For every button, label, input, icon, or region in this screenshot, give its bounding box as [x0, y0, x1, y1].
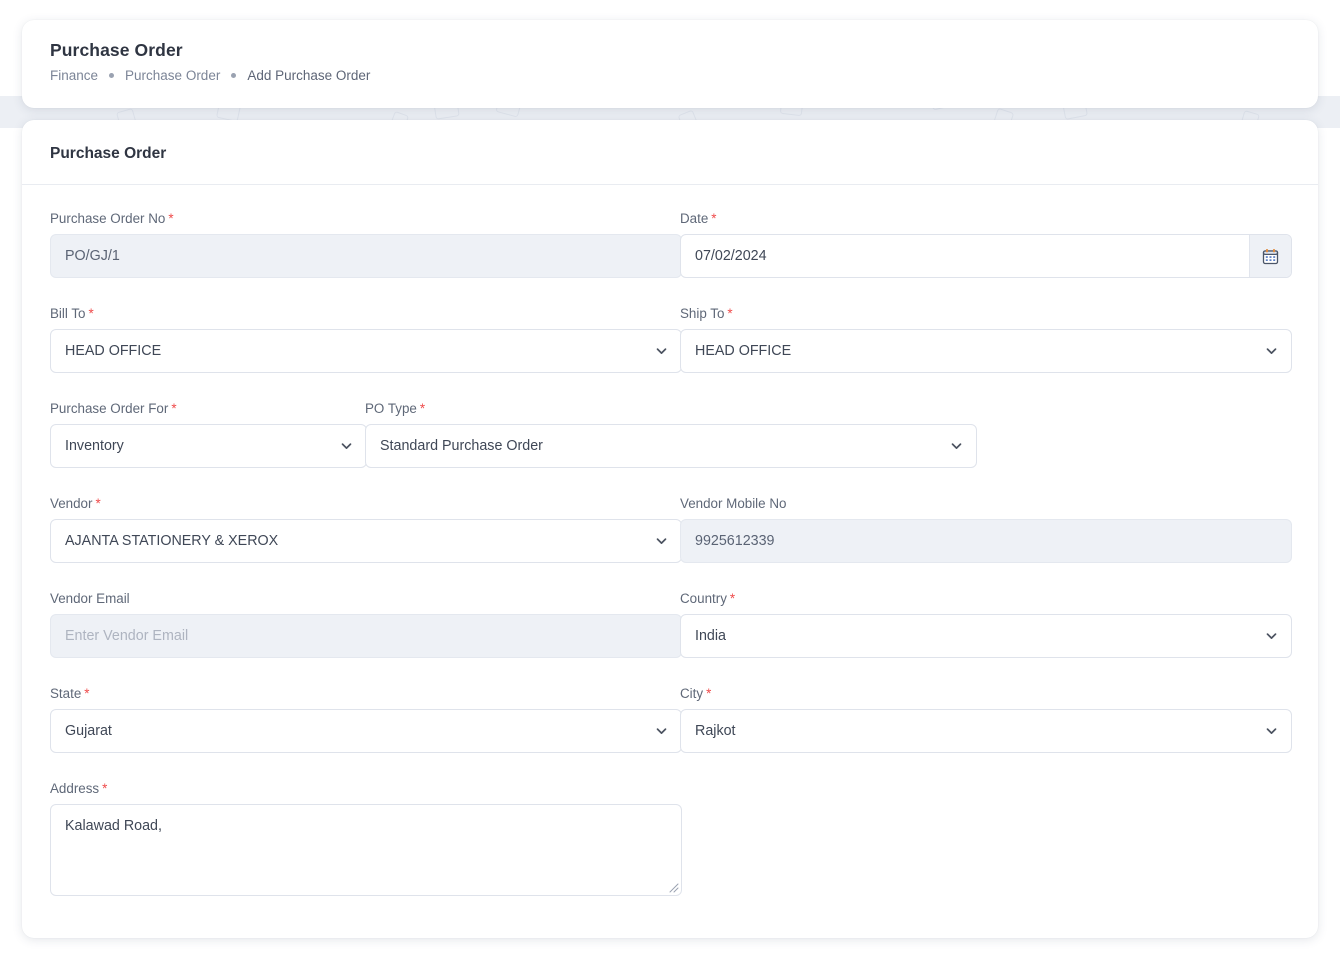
purchase-order-no-input[interactable]: PO/GJ/1 — [50, 234, 682, 278]
purchase-order-for-value: Inventory — [65, 437, 124, 454]
field-purchase-order-no: Purchase Order No * PO/GJ/1 — [50, 211, 682, 278]
field-address: Address * Kalawad Road, — [50, 781, 682, 896]
label-purchase-order-no: Purchase Order No * — [50, 211, 174, 226]
chevron-down-icon[interactable] — [655, 345, 668, 358]
required-asterisk: * — [95, 496, 101, 511]
city-value: Rajkot — [695, 722, 736, 739]
label-vendor-mobile-no: Vendor Mobile No — [680, 496, 787, 511]
required-asterisk: * — [88, 306, 94, 321]
label-city: City * — [680, 686, 712, 701]
vendor-value: AJANTA STATIONERY & XEROX — [65, 532, 279, 549]
ship-to-select[interactable]: HEAD OFFICE — [680, 329, 1292, 373]
bill-to-select[interactable]: HEAD OFFICE — [50, 329, 682, 373]
breadcrumb: Finance Purchase Order Add Purchase Orde… — [50, 68, 370, 83]
calendar-icon[interactable] — [1249, 235, 1291, 277]
field-vendor-mobile-no: Vendor Mobile No 9925612339 — [680, 496, 1292, 563]
label-state: State * — [50, 686, 90, 701]
field-vendor-email: Vendor Email Enter Vendor Email — [50, 591, 682, 658]
field-purchase-order-for: Purchase Order For * Inventory — [50, 401, 367, 468]
label-bill-to: Bill To * — [50, 306, 94, 321]
date-value: 07/02/2024 — [695, 247, 767, 264]
address-value: Kalawad Road, — [65, 818, 162, 834]
country-select[interactable]: India — [680, 614, 1292, 658]
po-type-value: Standard Purchase Order — [380, 437, 543, 454]
field-state: State * Gujarat — [50, 686, 682, 753]
chevron-down-icon[interactable] — [655, 725, 668, 738]
vendor-email-input[interactable]: Enter Vendor Email — [50, 614, 682, 658]
label-vendor: Vendor * — [50, 496, 101, 511]
label-country: Country * — [680, 591, 736, 606]
breadcrumb-item-finance[interactable]: Finance — [50, 68, 98, 83]
required-asterisk: * — [102, 781, 108, 796]
vendor-email-placeholder: Enter Vendor Email — [65, 627, 189, 644]
label-date: Date * — [680, 211, 717, 226]
field-date: Date * 07/02/2024 — [680, 211, 1292, 278]
field-city: City * Rajkot — [680, 686, 1292, 753]
state-select[interactable]: Gujarat — [50, 709, 682, 753]
vendor-mobile-no-value: 9925612339 — [695, 532, 775, 549]
city-select[interactable]: Rajkot — [680, 709, 1292, 753]
label-vendor-email: Vendor Email — [50, 591, 130, 606]
breadcrumb-item-add-purchase-order: Add Purchase Order — [247, 68, 371, 83]
chevron-down-icon[interactable] — [1265, 725, 1278, 738]
chevron-down-icon[interactable] — [340, 440, 353, 453]
required-asterisk: * — [84, 686, 90, 701]
page-title: Purchase Order — [50, 40, 183, 60]
ship-to-value: HEAD OFFICE — [695, 342, 792, 359]
field-bill-to: Bill To * HEAD OFFICE — [50, 306, 682, 373]
breadcrumb-item-purchase-order[interactable]: Purchase Order — [125, 68, 220, 83]
purchase-order-for-select[interactable]: Inventory — [50, 424, 367, 468]
required-asterisk: * — [419, 401, 426, 416]
breadcrumb-separator-dot — [109, 73, 115, 78]
label-ship-to: Ship To * — [680, 306, 733, 321]
required-asterisk: * — [706, 686, 712, 701]
label-po-type: PO Type * — [365, 401, 426, 416]
label-address: Address * — [50, 781, 108, 796]
address-textarea[interactable]: Kalawad Road, — [50, 804, 682, 896]
form-card-header: Purchase Order — [22, 120, 1318, 185]
required-asterisk: * — [729, 591, 736, 606]
purchase-order-form-card: Purchase Order Purchase Order No * PO/GJ/… — [22, 120, 1318, 938]
required-asterisk: * — [171, 401, 177, 416]
vendor-mobile-no-input[interactable]: 9925612339 — [680, 519, 1292, 563]
po-type-select[interactable]: Standard Purchase Order — [365, 424, 977, 468]
form-card-title: Purchase Order — [50, 145, 167, 162]
chevron-down-icon[interactable] — [655, 535, 668, 548]
vendor-select[interactable]: AJANTA STATIONERY & XEROX — [50, 519, 682, 563]
chevron-down-icon[interactable] — [950, 440, 963, 453]
label-purchase-order-for: Purchase Order For * — [50, 401, 177, 416]
required-asterisk: * — [168, 211, 174, 226]
breadcrumb-separator-dot — [231, 73, 237, 78]
purchase-order-no-value: PO/GJ/1 — [65, 247, 120, 264]
state-value: Gujarat — [65, 722, 112, 739]
purchase-order-page: Purchase Order Finance Purchase Order Ad… — [0, 0, 1340, 960]
date-input[interactable]: 07/02/2024 — [680, 234, 1292, 278]
field-po-type: PO Type * Standard Purchase Order — [365, 401, 977, 468]
field-country: Country * India — [680, 591, 1292, 658]
field-vendor: Vendor * AJANTA STATIONERY & XEROX — [50, 496, 682, 563]
resize-handle-icon[interactable] — [667, 881, 679, 893]
country-value: India — [695, 627, 727, 644]
chevron-down-icon[interactable] — [1265, 345, 1278, 358]
required-asterisk: * — [727, 306, 733, 321]
chevron-down-icon[interactable] — [1265, 630, 1278, 643]
bill-to-value: HEAD OFFICE — [65, 342, 162, 359]
page-header-card: Purchase Order Finance Purchase Order Ad… — [22, 20, 1318, 108]
field-ship-to: Ship To * HEAD OFFICE — [680, 306, 1292, 373]
required-asterisk: * — [711, 211, 717, 226]
